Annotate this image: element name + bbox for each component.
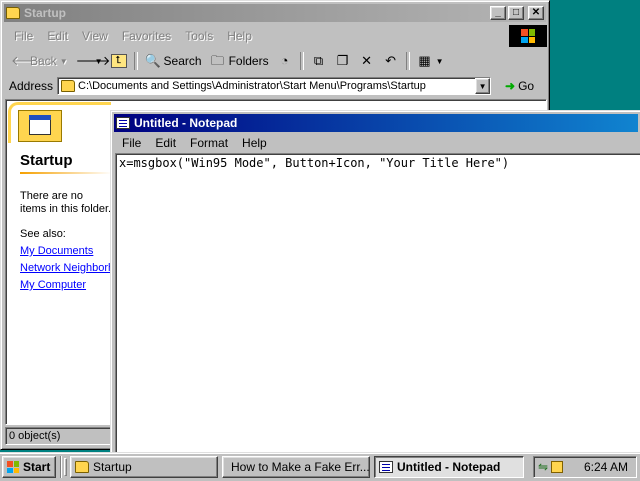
explorer-menubar: File Edit View Favorites Tools Help (7, 27, 259, 45)
menu-view[interactable]: View (75, 29, 115, 43)
webview-panel: Startup There are no items in this folde… (6, 100, 133, 424)
notepad-title: Untitled - Notepad (134, 116, 238, 130)
address-value: C:\Documents and Settings\Administrator\… (78, 80, 426, 92)
toolbar-separator (299, 52, 304, 70)
folder-header-graphic (6, 100, 112, 144)
address-folder-icon (61, 80, 76, 92)
explorer-statusbar: 0 object(s) (5, 427, 111, 445)
copy-to-icon: ❐ (336, 53, 349, 68)
link-my-documents[interactable]: My Documents (20, 245, 93, 257)
folders-label: Folders (228, 54, 269, 68)
start-button[interactable]: Start (2, 456, 56, 478)
task-notepad-label: Untitled - Notepad (397, 460, 501, 474)
search-icon: 🔍 (144, 53, 161, 68)
system-tray: ⇋ 6:24 AM (533, 456, 637, 478)
history-button[interactable]: ◔ (273, 51, 297, 71)
notepad-menubar: File Edit Format Help (115, 134, 274, 152)
folder-icon (75, 461, 89, 473)
address-input[interactable]: C:\Documents and Settings\Administrator\… (57, 77, 492, 95)
security-icon[interactable] (551, 461, 564, 473)
notepad-text-area[interactable]: x=msgbox("Win95 Mode", Button+Icon, "You… (115, 153, 640, 457)
menu-edit[interactable]: Edit (40, 29, 75, 43)
task-browser[interactable]: How to Make a Fake Err... (222, 456, 370, 478)
quicklaunch-handle[interactable] (64, 458, 67, 476)
folders-button[interactable]: 🗀 Folders (206, 51, 273, 71)
clock[interactable]: 6:24 AM (584, 460, 628, 474)
folder-icon (6, 7, 20, 19)
toolbar-separator (133, 52, 138, 70)
views-dropdown-icon: ▼ (435, 56, 444, 66)
address-dropdown-button[interactable]: ▼ (475, 78, 491, 94)
np-menu-file[interactable]: File (115, 136, 148, 150)
up-folder-icon: ⮤ (110, 54, 127, 68)
notepad-icon (379, 461, 393, 473)
maximize-button[interactable]: □ (508, 6, 524, 20)
forward-dropdown-icon: ▼ (94, 56, 103, 66)
network-icon[interactable]: ⇋ (538, 460, 548, 474)
search-button[interactable]: 🔍 Search (141, 51, 206, 71)
task-browser-label: How to Make a Fake Err... (231, 460, 370, 474)
go-arrow-icon: ➜ (505, 79, 516, 93)
notepad-icon (116, 117, 130, 129)
menu-help[interactable]: Help (220, 29, 259, 43)
move-to-icon: ⧉ (313, 53, 324, 68)
panel-divider (20, 172, 112, 174)
copy-to-button[interactable]: ❐ (331, 51, 355, 71)
explorer-title: Startup (24, 6, 66, 20)
taskbar-divider (60, 456, 62, 478)
forward-button[interactable]: 🡒 ▼ (72, 51, 111, 71)
address-bar: Address C:\Documents and Settings\Admini… (5, 74, 547, 98)
minimize-button[interactable]: _ (490, 6, 506, 20)
explorer-toolbar: 🡐 Back ▼ 🡒 ▼ ⮤ 🔍 Search 🗀 Folders ◔ ⧉ ❐ (7, 50, 448, 72)
go-label: Go (518, 79, 535, 93)
search-label: Search (163, 54, 202, 68)
menu-file[interactable]: File (7, 29, 40, 43)
go-button[interactable]: ➜ Go (505, 79, 534, 93)
delete-button[interactable]: ✕ (355, 51, 379, 71)
move-to-button[interactable]: ⧉ (307, 51, 331, 71)
notepad-titlebar[interactable]: Untitled - Notepad (114, 114, 638, 132)
menu-favorites[interactable]: Favorites (115, 29, 178, 43)
menu-tools[interactable]: Tools (178, 29, 220, 43)
task-startup-label: Startup (93, 460, 132, 474)
address-label: Address (9, 79, 54, 93)
windows-flag-icon (7, 461, 19, 473)
np-menu-edit[interactable]: Edit (148, 136, 183, 150)
link-my-computer[interactable]: My Computer (20, 279, 86, 291)
explorer-titlebar[interactable]: Startup _ □ ✕ (4, 4, 546, 22)
delete-icon: ✕ (361, 53, 373, 68)
up-folder-button[interactable]: ⮤ (107, 51, 131, 71)
folders-icon: 🗀 (211, 53, 225, 68)
notepad-content: x=msgbox("Win95 Mode", Button+Icon, "You… (119, 156, 510, 170)
back-label: Back (30, 54, 57, 68)
history-icon: ◔ (280, 53, 289, 68)
np-menu-format[interactable]: Format (183, 136, 235, 150)
back-dropdown-icon: ▼ (59, 56, 68, 66)
see-also-label: See also: (20, 228, 66, 240)
task-startup[interactable]: Startup (70, 456, 218, 478)
windows-logo-icon (509, 25, 547, 47)
toolbar-separator (405, 52, 410, 70)
forward-arrow-icon: 🡒 (75, 53, 111, 68)
back-arrow-icon: 🡐 (11, 53, 46, 68)
undo-button[interactable]: ↶ (379, 51, 403, 71)
task-notepad[interactable]: Untitled - Notepad (374, 456, 524, 478)
notepad-window: Untitled - Notepad File Edit Format Help… (110, 110, 640, 457)
undo-icon: ↶ (385, 53, 397, 68)
views-button[interactable]: ▦ ▼ (413, 51, 448, 71)
startup-folder-icon (18, 110, 62, 142)
views-icon: ▦ (418, 53, 431, 68)
back-button[interactable]: 🡐 Back ▼ (7, 51, 72, 71)
panel-heading: Startup (20, 152, 73, 169)
empty-message: There are no items in this folder. (20, 190, 112, 215)
close-button[interactable]: ✕ (528, 6, 544, 20)
start-label: Start (23, 460, 51, 474)
status-text: 0 object(s) (9, 430, 61, 442)
np-menu-help[interactable]: Help (235, 136, 274, 150)
